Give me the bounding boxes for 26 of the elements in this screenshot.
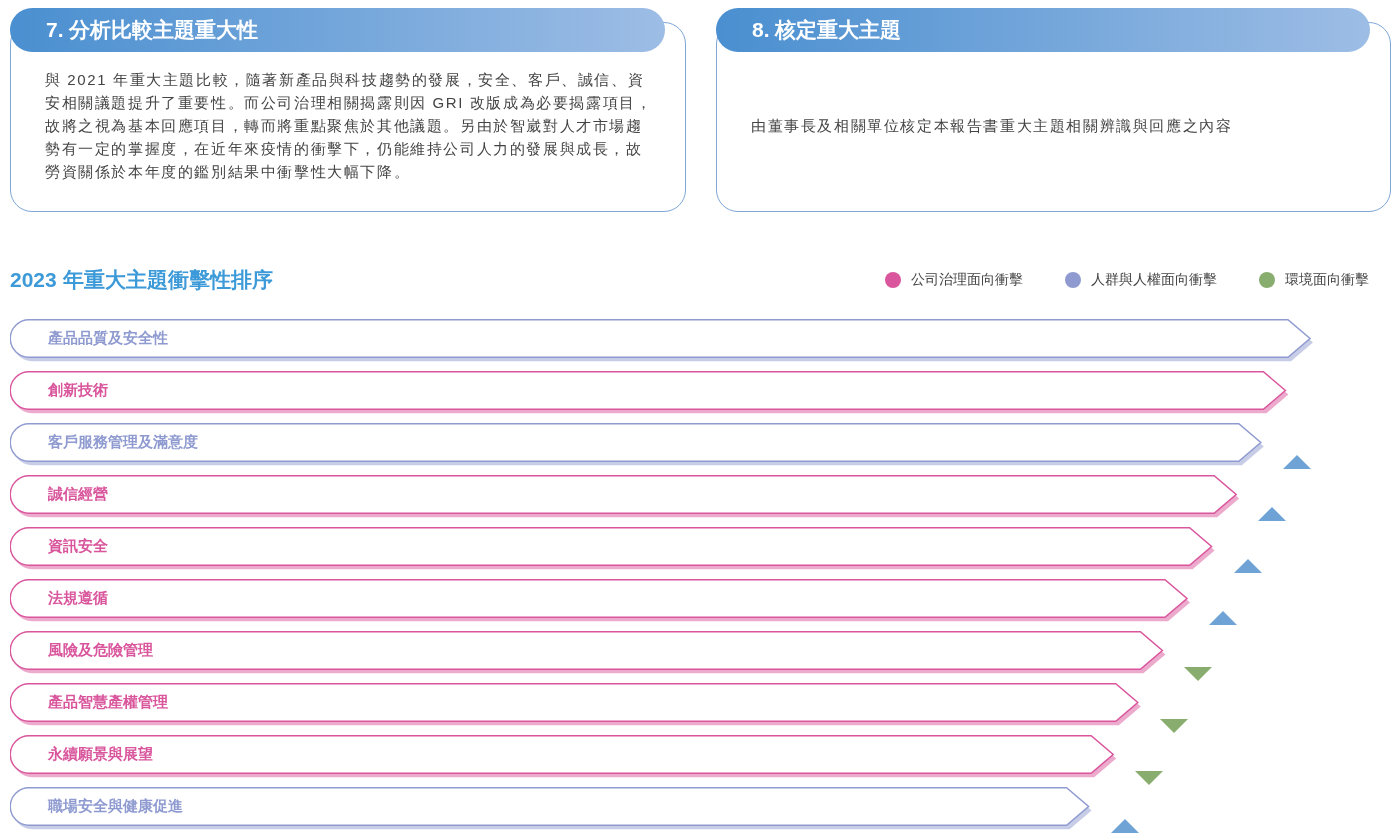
topic-label: 產品品質及安全性 (48, 328, 168, 348)
down-triangle-icon (1184, 667, 1213, 681)
legend-label: 公司治理面向衝擊 (911, 271, 1023, 289)
up-triangle-icon (1282, 455, 1311, 469)
down-triangle-icon (1159, 719, 1188, 733)
card-title: 7. 分析比較主題重大性 (10, 8, 665, 52)
card-title: 8. 核定重大主題 (716, 8, 1370, 52)
down-triangle-icon (1135, 771, 1164, 785)
up-triangle-icon (1258, 507, 1287, 521)
up-triangle-icon (1209, 611, 1237, 625)
topic-label: 資訊安全 (48, 536, 108, 556)
topic-label: 職場安全與健康促進 (48, 796, 183, 816)
topic-label: 永續願景與展望 (48, 744, 153, 764)
legend-label: 人群與人權面向衝擊 (1091, 271, 1217, 289)
legend-label: 環境面向衝擊 (1285, 271, 1369, 289)
card-text: 由董事長及相關單位核定本報告書重大主題相關辨識與回應之內容 (751, 116, 1233, 136)
topic-label: 誠信經營 (48, 484, 108, 504)
up-triangle-icon (1110, 819, 1139, 833)
topic-label: 創新技術 (48, 380, 108, 400)
topic-label: 風險及危險管理 (48, 640, 153, 660)
topic-label: 產品智慧產權管理 (48, 692, 168, 712)
up-triangle-icon (1233, 559, 1262, 573)
topic-label: 客戶服務管理及滿意度 (48, 432, 198, 452)
card-text: 與 2021 年重大主題比較，隨著新產品與科技趨勢的發展，安全、客戶、誠信、資安相關議題提升了重要性。而公司治理相關揭露則因 GRI 改版成為必要揭露項目，故將之視為基本回應項目，轉而將重點聚焦於其他議題。另由於智崴對人才市場趨勢有一定的掌握度，在近年來疫情的衝擊下，仍能維持公司人力的發展與成長，故勞資關係於本年度的鑑別結果中衝擊性大幅下降。 (45, 70, 654, 182)
topic-label: 法規遵循 (48, 588, 108, 608)
section-title: 2023 年重大主題衝擊性排序 (10, 267, 273, 293)
